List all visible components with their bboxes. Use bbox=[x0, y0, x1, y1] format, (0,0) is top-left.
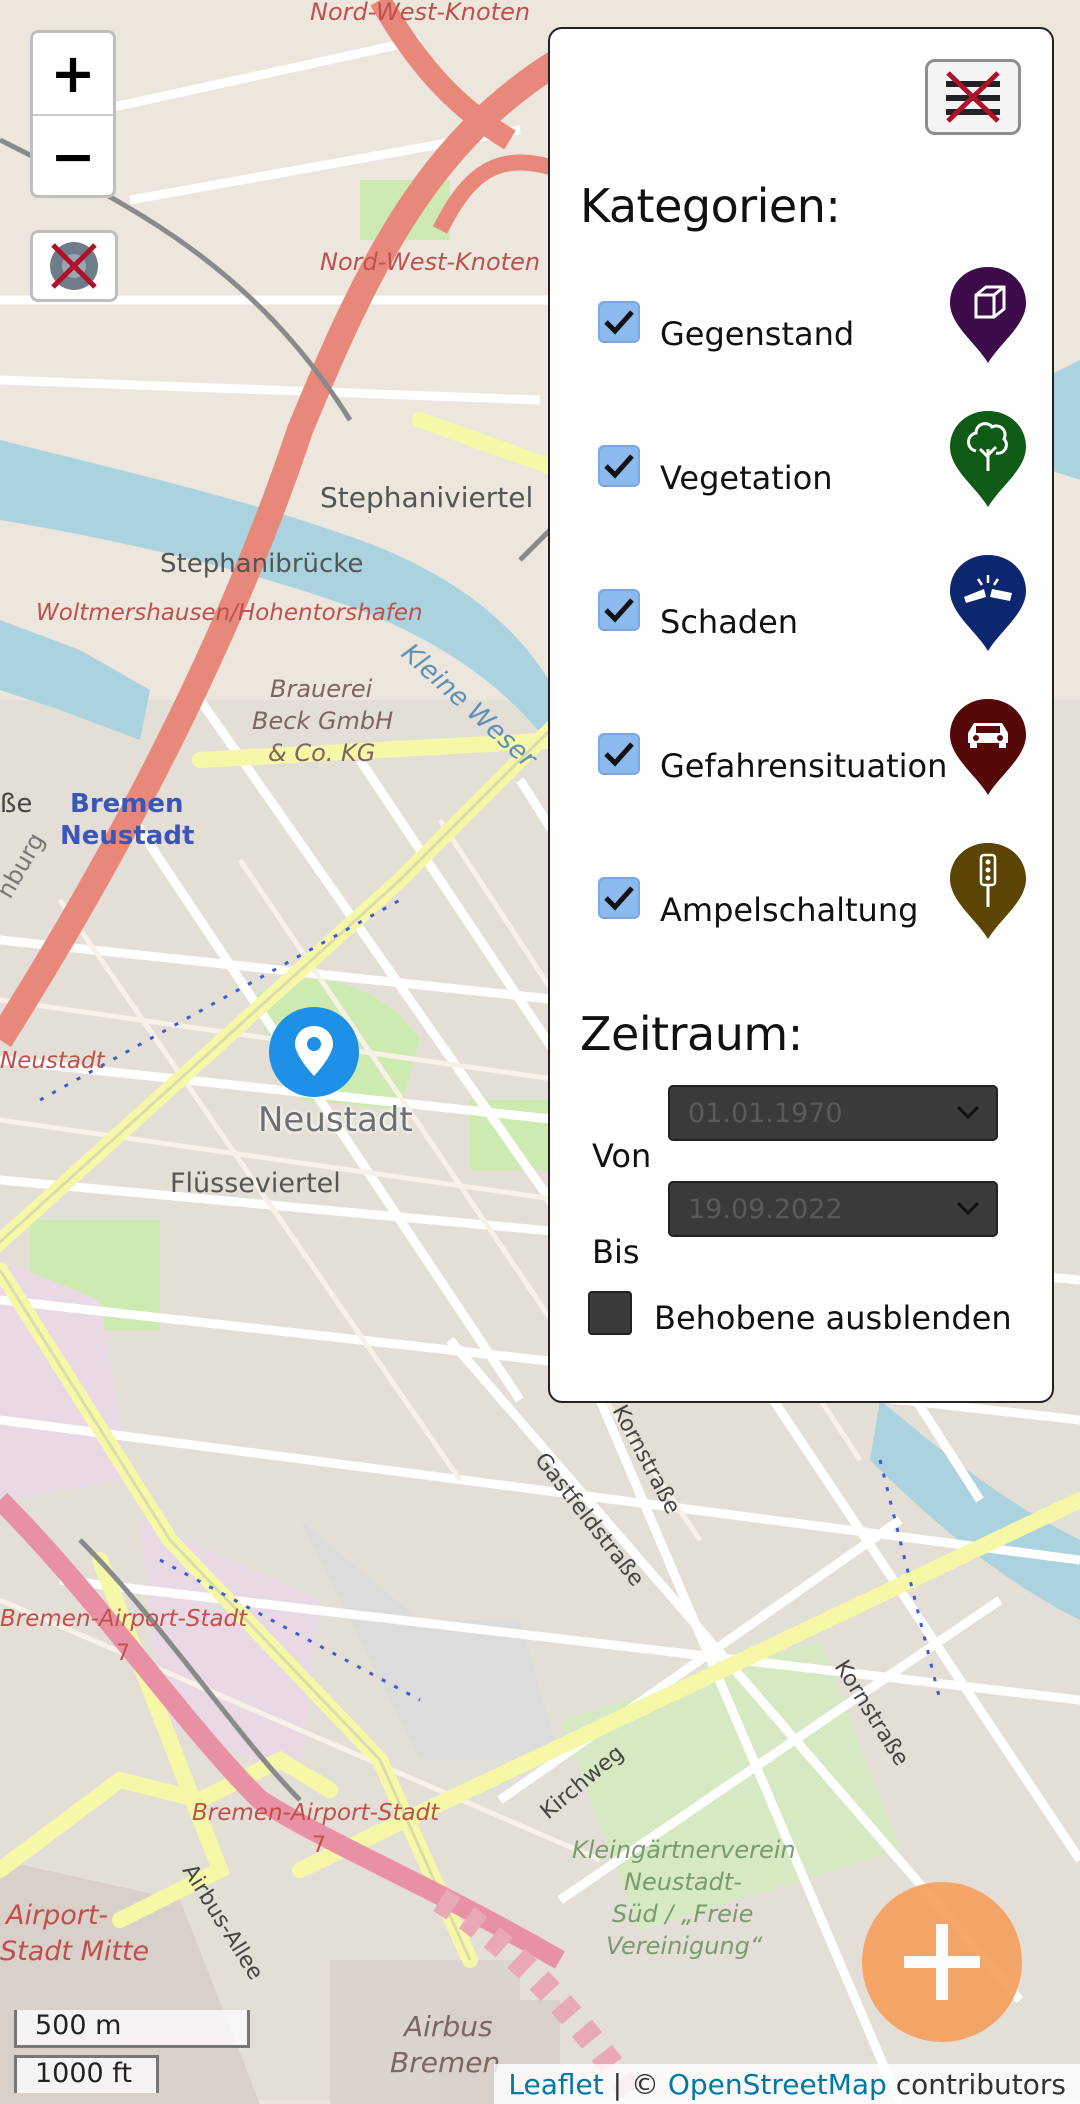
label-bremen-neustadt-1: Bremen bbox=[70, 789, 184, 819]
label-stephaniviertel: Stephaniviertel bbox=[320, 481, 533, 514]
tree-icon bbox=[950, 411, 1026, 507]
map-pin-icon bbox=[269, 1007, 359, 1097]
location-marker-label: Neustadt bbox=[258, 1100, 413, 1140]
categories-title: Kategorien: bbox=[580, 179, 841, 233]
label-kleingarten-2: Neustadt- bbox=[624, 1868, 742, 1896]
check-icon bbox=[604, 310, 634, 335]
openstreetmap-link[interactable]: OpenStreetMap bbox=[668, 2068, 887, 2101]
filter-off-icon bbox=[50, 242, 98, 290]
label-airport-stadt-1: Bremen-Airport-Stadt bbox=[0, 1606, 248, 1632]
checkbox-schaden[interactable] bbox=[598, 589, 640, 631]
attribution-suffix: contributors bbox=[886, 2068, 1066, 2101]
to-date-select[interactable]: 19.09.2022 bbox=[668, 1181, 998, 1237]
traffic-light-icon bbox=[950, 843, 1026, 939]
label-fluesseviertel: Flüsseviertel bbox=[170, 1168, 341, 1199]
chevron-down-icon bbox=[956, 1105, 980, 1120]
label-airbus-1: Airbus bbox=[402, 2010, 493, 2043]
category-row-schaden[interactable]: Schaden bbox=[598, 553, 1028, 663]
category-label: Vegetation bbox=[660, 459, 833, 497]
label-kleingarten-1: Kleingärtnerverein bbox=[572, 1836, 796, 1864]
close-panel-button[interactable] bbox=[925, 59, 1021, 135]
filter-panel: Kategorien: Gegenstand Vegetation Schade… bbox=[548, 27, 1054, 1403]
label-brauerei-3: & Co. KG bbox=[268, 739, 375, 767]
label-edge-be: ße bbox=[0, 789, 32, 819]
scale-metric: 500 m bbox=[14, 2010, 250, 2048]
map-attribution: Leaflet | © OpenStreetMap contributors bbox=[494, 2064, 1080, 2104]
check-icon bbox=[604, 598, 634, 623]
category-row-vegetation[interactable]: Vegetation bbox=[598, 409, 1028, 519]
label-route-7a: 7 bbox=[116, 1641, 130, 1666]
chevron-down-icon bbox=[956, 1201, 980, 1216]
to-date-value: 19.09.2022 bbox=[688, 1193, 843, 1225]
check-icon bbox=[604, 742, 634, 767]
category-row-gefahrensituation[interactable]: Gefahrensituation bbox=[598, 697, 1028, 807]
zoom-out-button[interactable]: − bbox=[33, 116, 113, 195]
label-kleingarten-4: Vereinigung“ bbox=[606, 1932, 763, 1960]
leaflet-link[interactable]: Leaflet bbox=[508, 2068, 603, 2101]
label-airbus-2: Bremen bbox=[390, 2046, 500, 2079]
label-brauerei-2: Beck GmbH bbox=[252, 707, 393, 735]
zoom-control: + − bbox=[30, 30, 116, 198]
checkbox-gefahrensituation[interactable] bbox=[598, 733, 640, 775]
check-icon bbox=[604, 454, 634, 479]
label-neustadt-left: Neustadt bbox=[0, 1048, 106, 1074]
category-label: Schaden bbox=[660, 603, 799, 641]
from-label: Von bbox=[592, 1137, 652, 1175]
close-filter-icon bbox=[946, 71, 1000, 123]
attribution-separator: | © bbox=[603, 2068, 668, 2101]
hide-fixed-label: Behobene ausblenden bbox=[654, 1299, 1012, 1337]
label-airport-mitte-1: Airport- bbox=[4, 1900, 108, 1931]
cube-icon bbox=[950, 267, 1026, 363]
label-nord-west-knoten: Nord-West-Knoten bbox=[320, 248, 540, 276]
to-label: Bis bbox=[592, 1233, 640, 1271]
filter-toggle-button[interactable] bbox=[30, 230, 118, 302]
label-nord-west-knoten-top: Nord-West-Knoten bbox=[310, 0, 530, 26]
category-label: Gefahrensituation bbox=[660, 747, 948, 785]
label-woltmershausen: Woltmershausen/Hohentorshafen bbox=[36, 600, 423, 626]
hide-fixed-row[interactable]: Behobene ausblenden bbox=[588, 1291, 1028, 1351]
category-row-gegenstand[interactable]: Gegenstand bbox=[598, 265, 1028, 375]
hide-fixed-checkbox[interactable] bbox=[588, 1291, 632, 1335]
period-title: Zeitraum: bbox=[580, 1007, 803, 1061]
label-kleingarten-3: Süd / „Freie bbox=[612, 1900, 753, 1928]
checkbox-vegetation[interactable] bbox=[598, 445, 640, 487]
broken-sign-icon bbox=[950, 555, 1026, 651]
category-label: Ampelschaltung bbox=[660, 891, 919, 929]
label-airport-mitte-2: Stadt Mitte bbox=[0, 1936, 149, 1967]
checkbox-gegenstand[interactable] bbox=[598, 301, 640, 343]
check-icon bbox=[604, 886, 634, 911]
label-airport-stadt-2: Bremen-Airport-Stadt bbox=[192, 1800, 440, 1826]
from-date-select[interactable]: 01.01.1970 bbox=[668, 1085, 998, 1141]
plus-icon bbox=[904, 1924, 980, 2000]
label-route-7b: 7 bbox=[312, 1833, 326, 1858]
label-bremen-neustadt-2: Neustadt bbox=[60, 821, 194, 851]
category-label: Gegenstand bbox=[660, 315, 855, 353]
scale-imperial: 1000 ft bbox=[14, 2055, 159, 2093]
from-date-value: 01.01.1970 bbox=[688, 1097, 843, 1129]
category-row-ampelschaltung[interactable]: Ampelschaltung bbox=[598, 841, 1028, 951]
car-icon bbox=[950, 699, 1026, 795]
label-brauerei-1: Brauerei bbox=[270, 675, 373, 703]
location-marker[interactable] bbox=[268, 1006, 360, 1098]
add-report-button[interactable] bbox=[862, 1882, 1022, 2042]
label-stephanibruecke: Stephanibrücke bbox=[160, 549, 363, 579]
checkbox-ampelschaltung[interactable] bbox=[598, 877, 640, 919]
zoom-in-button[interactable]: + bbox=[33, 33, 113, 116]
